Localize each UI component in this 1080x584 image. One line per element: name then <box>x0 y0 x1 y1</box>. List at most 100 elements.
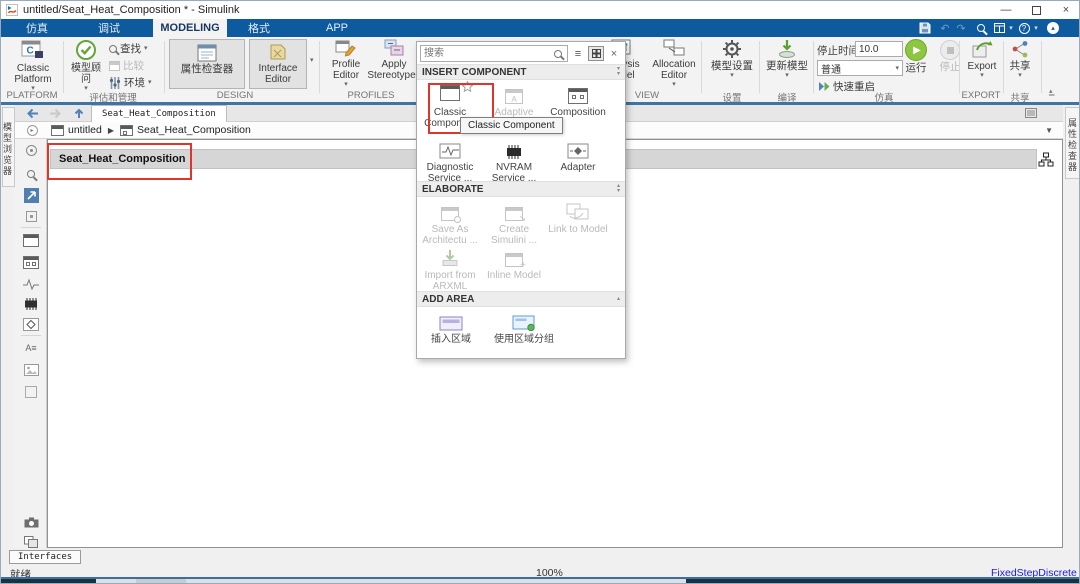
update-model-button[interactable]: 更新模型 ▾ <box>763 39 811 79</box>
close-icon[interactable]: × <box>607 46 621 61</box>
apply-stereotypes-button[interactable]: Apply Stereotypes <box>369 39 419 81</box>
adapter-tool-icon[interactable] <box>21 315 41 333</box>
property-inspector-side-tab[interactable]: 属性检查器 <box>1065 107 1080 179</box>
model-settings-button[interactable]: 模型设置 ▾ <box>707 39 757 79</box>
component-tool-icon[interactable] <box>21 231 41 249</box>
import-from-arxml-icon <box>440 245 460 267</box>
hierarchy-icon[interactable] <box>1038 152 1054 167</box>
find-button[interactable]: 查找 ▾ <box>109 41 148 56</box>
forward-icon[interactable] <box>45 108 67 119</box>
compare-button[interactable]: 比较 <box>109 58 144 73</box>
composition-crumb-icon <box>120 125 133 136</box>
model-advisor-button[interactable]: 模型顾问 ▾ <box>67 39 105 92</box>
up-to-parent-icon[interactable] <box>67 108 91 119</box>
search-icon[interactable] <box>973 20 989 36</box>
minimize-button[interactable]: — <box>991 2 1021 18</box>
layout-dropdown-icon[interactable]: ▾ <box>1007 20 1015 36</box>
tab-debug[interactable]: 调试 <box>77 19 141 37</box>
title-bar: untitled/Seat_Heat_Composition * - Simul… <box>1 1 1080 19</box>
share-button[interactable]: 共享 ▾ <box>1005 39 1035 79</box>
simulation-mode-select[interactable]: 普通▾ <box>817 60 903 76</box>
adaptive-component-icon: A <box>505 89 523 104</box>
taskbar-strip <box>1 579 1080 584</box>
composition-tool-icon[interactable] <box>21 253 41 271</box>
tab-simulation[interactable]: 仿真 <box>6 19 68 37</box>
panel-list-icon[interactable] <box>1025 108 1037 118</box>
classic-platform-button[interactable]: C Classic Platform ▾ <box>7 39 59 92</box>
ribbon-minimize-icon[interactable]: ▴▔ <box>1049 87 1054 103</box>
breadcrumb-current[interactable]: Seat_Heat_Composition <box>137 124 251 136</box>
create-simulink-item[interactable]: ↘ Create Simulini ... <box>482 199 546 246</box>
palette-toolbar: A≡ « <box>15 139 47 548</box>
interfaces-tab[interactable]: Interfaces <box>9 550 81 564</box>
stop-time-input[interactable] <box>855 41 903 57</box>
save-as-architecture-item[interactable]: Save As Architectu ... <box>418 199 482 246</box>
annotation-tool-icon[interactable]: A≡ <box>21 339 41 357</box>
group-label-export: EXPORT <box>959 90 1003 101</box>
section-header-insert-component[interactable]: INSERT COMPONENT ▾▾ <box>417 64 625 80</box>
tab-apps[interactable]: APP <box>299 19 375 37</box>
help-icon[interactable]: ? <box>1017 20 1031 36</box>
inline-model-item[interactable]: + Inline Model <box>482 245 546 292</box>
close-button[interactable]: × <box>1051 2 1080 18</box>
layout-icon[interactable] <box>991 20 1007 36</box>
export-button[interactable]: Export ▾ <box>963 39 1001 79</box>
nvram-service-item[interactable]: NVRAM Service ... <box>482 137 546 184</box>
ribbon-collapse-icon[interactable]: ▴ <box>1045 20 1061 36</box>
design-overflow-button[interactable]: ▾ <box>310 57 314 64</box>
allocation-editor-button[interactable]: Allocation Editor ▾ <box>649 39 699 88</box>
area-tool-icon[interactable] <box>21 383 41 401</box>
help-dropdown-icon[interactable]: ▾ <box>1032 20 1040 36</box>
insert-area-item[interactable]: 插入区域 <box>418 309 484 345</box>
undo-icon[interactable]: ↶ <box>938 20 952 36</box>
profile-editor-icon <box>335 39 357 57</box>
screenshot-icon[interactable] <box>21 513 41 531</box>
link-to-model-icon <box>566 199 590 221</box>
zoom-icon[interactable] <box>21 165 41 183</box>
maximize-button[interactable] <box>1021 2 1051 18</box>
save-button[interactable] <box>916 20 934 36</box>
breadcrumb-separator-icon: ▶ <box>108 126 114 135</box>
fit-to-view-icon[interactable] <box>21 186 41 204</box>
model-browser-tab[interactable]: 模型浏览器 <box>2 107 15 187</box>
select-region-icon[interactable] <box>21 207 41 225</box>
browser-toggle-icon[interactable]: ▸ <box>19 125 45 136</box>
hide-browser-icon[interactable] <box>21 141 41 159</box>
back-icon[interactable] <box>19 108 45 119</box>
chevron-down-icon: ▾ <box>144 45 148 52</box>
panel-search-input[interactable] <box>420 45 568 62</box>
tab-format[interactable]: 格式 <box>233 19 285 37</box>
group-by-area-item[interactable]: 使用区域分组 <box>484 309 564 345</box>
import-from-arxml-item[interactable]: Import from ARXML <box>418 245 482 292</box>
collapse-section-icon[interactable]: ▴▾ <box>617 184 620 194</box>
section-header-add-area[interactable]: ADD AREA ▴ <box>417 291 625 307</box>
interface-editor-button[interactable]: Interface Editor <box>249 39 307 89</box>
image-tool-icon[interactable] <box>21 361 41 379</box>
adapter-item[interactable]: Adapter <box>546 137 610 184</box>
link-to-model-item[interactable]: Link to Model <box>546 199 610 246</box>
model-root-icon <box>51 125 64 136</box>
signal-tool-icon[interactable] <box>21 275 41 293</box>
run-button[interactable]: ▶ 运行 <box>899 39 933 74</box>
redo-icon[interactable]: ↷ <box>954 20 968 36</box>
stop-button[interactable]: 停止 <box>935 39 965 73</box>
grid-view-icon[interactable] <box>588 46 604 61</box>
breadcrumb-dropdown-icon[interactable]: ▼ <box>1045 126 1053 135</box>
collapse-section-icon[interactable]: ▴ <box>617 297 620 302</box>
model-tab[interactable]: Seat_Heat_Composition <box>91 105 227 122</box>
profile-editor-button[interactable]: Profile Editor ▾ <box>323 39 369 88</box>
property-inspector-button[interactable]: 属性检查器 <box>169 39 245 89</box>
section-header-elaborate[interactable]: ELABORATE ▴▾ <box>417 181 625 197</box>
breadcrumb-root[interactable]: untitled <box>68 124 102 136</box>
chevron-down-icon: ▾ <box>730 72 734 79</box>
collapse-section-icon[interactable]: ▾▾ <box>617 67 620 77</box>
simulink-window: untitled/Seat_Heat_Composition * - Simul… <box>0 0 1080 584</box>
update-model-icon <box>777 39 797 59</box>
stop-time-label: 停止时间 <box>817 43 859 58</box>
chevron-down-icon: ▾ <box>1018 72 1022 79</box>
tab-modeling[interactable]: MODELING <box>153 19 227 37</box>
list-view-icon[interactable]: ≡ <box>570 46 586 61</box>
environment-button[interactable]: 环境 ▾ <box>109 75 152 90</box>
chip-tool-icon[interactable] <box>21 295 41 313</box>
diagnostic-service-item[interactable]: Diagnostic Service ... <box>418 137 482 184</box>
